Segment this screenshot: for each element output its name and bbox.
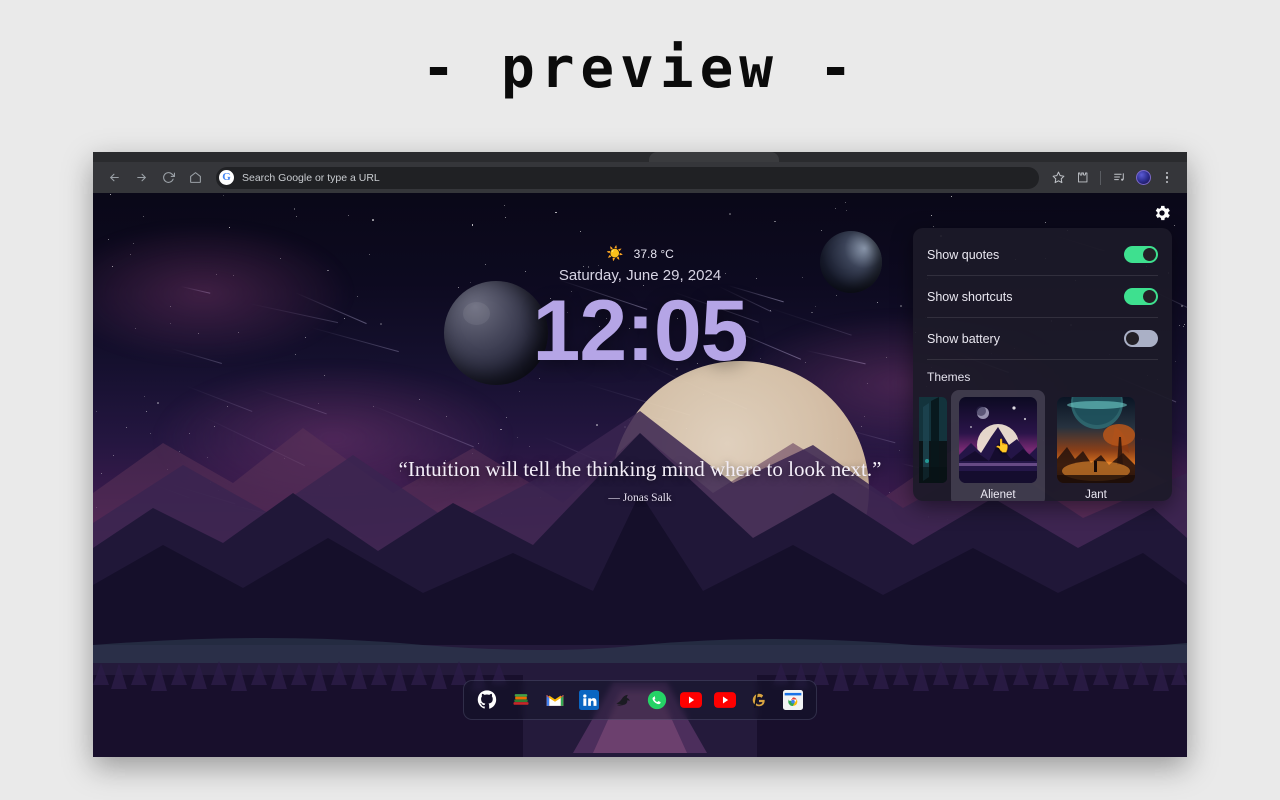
- shortcut-gmail[interactable]: [544, 689, 566, 711]
- new-tab-page: ☀️ 37.8 °C Saturday, June 29, 2024 12:05…: [93, 193, 1187, 757]
- setting-label: Show shortcuts: [927, 289, 1013, 304]
- shortcut-dark-bird[interactable]: [612, 689, 634, 711]
- setting-label: Show battery: [927, 331, 1000, 346]
- reload-icon[interactable]: [156, 166, 180, 190]
- toolbar-divider: [1100, 170, 1101, 185]
- theme-name-jant: Jant: [1085, 489, 1107, 501]
- avatar[interactable]: [1132, 167, 1154, 189]
- shortcut-chrome-webstore[interactable]: [782, 689, 804, 711]
- toggle-show-quotes[interactable]: [1124, 246, 1158, 263]
- search-input[interactable]: G Search Google or type a URL: [216, 166, 1039, 189]
- theme-thumbnail-partial[interactable]: [919, 397, 947, 483]
- toggle-show-battery[interactable]: [1124, 330, 1158, 347]
- gear-icon[interactable]: [1152, 203, 1172, 223]
- three-dot-menu-icon[interactable]: [1156, 167, 1178, 189]
- page-title: - preview -: [421, 36, 859, 101]
- omnibox-placeholder: Search Google or type a URL: [242, 171, 380, 184]
- star-icon[interactable]: [1047, 167, 1069, 189]
- tab-strip: [93, 152, 1187, 162]
- shortcut-youtube-1[interactable]: [680, 689, 702, 711]
- shortcut-whatsapp[interactable]: [646, 689, 668, 711]
- browser-window: G Search Google or type a URL ☀️ 37.8 °C…: [93, 152, 1187, 757]
- browser-tab[interactable]: [649, 152, 779, 162]
- google-g-icon: G: [219, 170, 234, 185]
- shortcut-linkedin[interactable]: [578, 689, 600, 711]
- setting-row-show-quotes[interactable]: Show quotes: [927, 234, 1158, 276]
- toggle-show-shortcuts[interactable]: [1124, 288, 1158, 305]
- back-arrow-icon[interactable]: [102, 166, 126, 190]
- theme-thumbnail-jant: [1057, 397, 1135, 483]
- theme-card-alienet[interactable]: 👆 Alienet: [951, 390, 1045, 501]
- shortcuts-dock: [463, 680, 817, 720]
- puzzle-icon[interactable]: [1071, 167, 1093, 189]
- themes-section-title: Themes: [927, 370, 971, 384]
- cursor-icon: 👆: [994, 438, 1012, 454]
- browser-toolbar: G Search Google or type a URL: [93, 162, 1187, 193]
- shortcut-books[interactable]: [510, 689, 532, 711]
- shortcut-youtube-2[interactable]: [714, 689, 736, 711]
- sun-icon: ☀️: [606, 245, 624, 261]
- theme-thumbnail-alienet: 👆: [959, 397, 1037, 483]
- toolbar-right-group: [1047, 167, 1178, 189]
- home-icon[interactable]: [183, 166, 207, 190]
- temperature-label: 37.8 °C: [633, 246, 674, 261]
- side-panel-icon[interactable]: [1108, 167, 1130, 189]
- theme-name-alienet: Alienet: [980, 489, 1016, 501]
- theme-card-jant[interactable]: Jant: [1049, 390, 1143, 501]
- shortcut-github[interactable]: [476, 689, 498, 711]
- setting-label: Show quotes: [927, 247, 1000, 262]
- setting-row-show-battery[interactable]: Show battery: [927, 318, 1158, 360]
- forward-arrow-icon[interactable]: [129, 166, 153, 190]
- themes-strip[interactable]: 👆 Alienet Jant: [913, 390, 1158, 501]
- shortcut-gold-g[interactable]: [748, 689, 770, 711]
- settings-panel: Show quotes Show shortcuts Show battery …: [913, 228, 1172, 501]
- setting-row-show-shortcuts[interactable]: Show shortcuts: [927, 276, 1158, 318]
